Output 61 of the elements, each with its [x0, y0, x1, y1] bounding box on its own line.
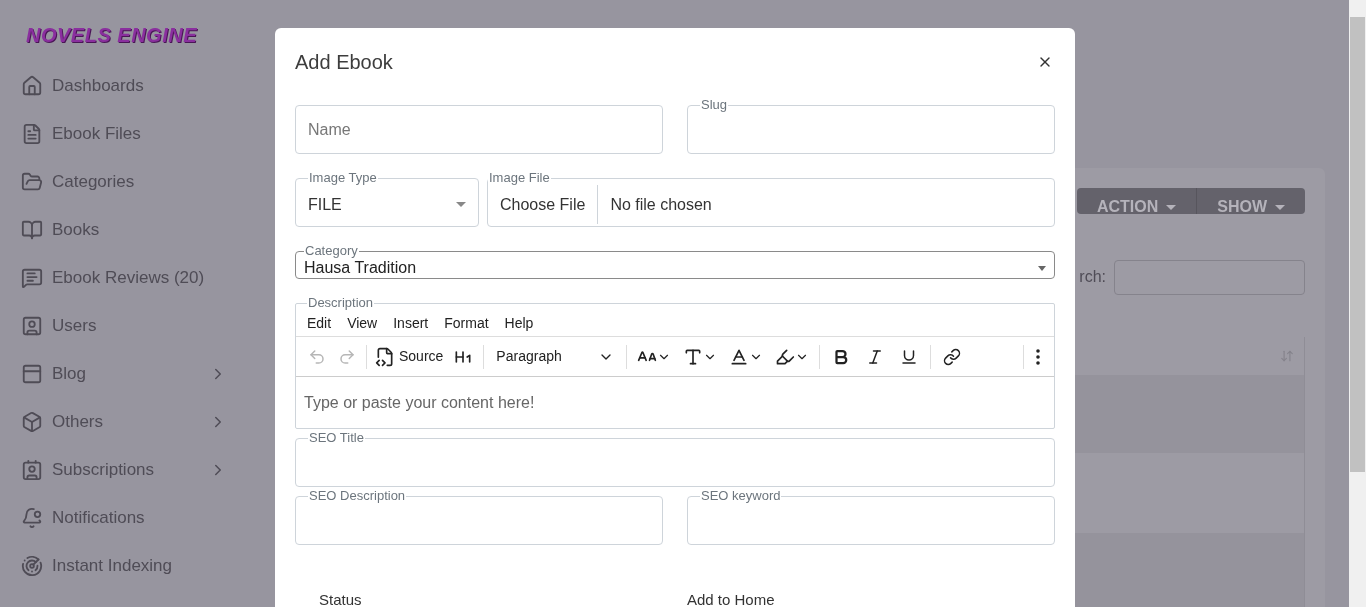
caret-icon: [1166, 204, 1177, 210]
name-field[interactable]: Name: [295, 105, 663, 154]
window-icon: [21, 363, 43, 385]
seo-title-field[interactable]: SEO Title: [295, 430, 1055, 487]
sidebar-item[interactable]: Subscriptions: [0, 446, 275, 494]
radar-icon: [21, 555, 43, 577]
menu-item[interactable]: Help: [497, 313, 541, 334]
code-file-icon: [375, 346, 395, 367]
redo-icon: [338, 347, 356, 366]
sidebar-item[interactable]: Notifications: [0, 494, 275, 542]
field-label: Add to Home: [687, 592, 776, 607]
editor-content[interactable]: Type or paste your content here!: [296, 377, 1054, 428]
menu-item[interactable]: Format: [437, 313, 496, 334]
seo-keyword-field[interactable]: SEO keyword: [687, 488, 1055, 545]
folder-icon: [21, 171, 43, 193]
contact-icon: [21, 459, 43, 481]
scrollbar[interactable]: [1349, 0, 1366, 607]
sidebar-item[interactable]: Users: [0, 302, 275, 350]
sidebar-item[interactable]: Blog: [0, 350, 275, 398]
bell-icon: [21, 507, 43, 529]
link-icon: [943, 347, 962, 366]
sidebar-item[interactable]: Ebook Files: [0, 110, 275, 158]
search-field[interactable]: [1114, 259, 1305, 295]
menu-item[interactable]: View: [340, 313, 385, 334]
field-label: Status: [319, 592, 363, 607]
home-icon: [21, 75, 43, 97]
dropdown-button[interactable]: ACTION: [1076, 188, 1197, 214]
paragraph-dropdown[interactable]: Paragraph: [488, 340, 623, 373]
chat-icon: [21, 267, 43, 289]
image-file-field[interactable]: Image File Choose File No file chosen: [487, 170, 1055, 227]
caret-icon: [456, 202, 466, 207]
search-label: rch:: [1079, 267, 1106, 288]
sidebar-item[interactable]: Instant Indexing: [0, 542, 275, 590]
caret-icon: [1038, 265, 1046, 271]
book-icon: [21, 219, 43, 241]
sidebar-item[interactable]: Others: [0, 398, 275, 446]
sidebar-item[interactable]: Dashboards: [0, 62, 275, 110]
choose-file-button[interactable]: Choose File: [488, 185, 599, 224]
cube-icon: [21, 411, 43, 433]
source-button[interactable]: Source: [371, 340, 448, 373]
caret-icon: [1275, 204, 1285, 210]
rich-text-editor: Description Edit View Insert Format Help Source Paragraph Type or paste your content here!: [295, 295, 1055, 429]
file-status: No file chosen: [610, 194, 712, 215]
category-select[interactable]: Category Hausa Tradition: [295, 243, 1055, 279]
sidebar-item[interactable]: Categories: [0, 158, 275, 206]
dropdown-button[interactable]: SHOW: [1196, 188, 1305, 214]
document-icon: [21, 123, 43, 145]
slug-field[interactable]: Slug: [687, 97, 1055, 154]
sidebar-item[interactable]: Books: [0, 206, 275, 254]
more-icon: [1036, 348, 1040, 365]
dialog-title: Add Ebook: [295, 50, 393, 75]
highlighter-icon: [775, 346, 796, 367]
logo: NOVELS ENGINE: [26, 23, 198, 46]
underline-icon: [900, 347, 919, 366]
user-card-icon: [21, 315, 43, 337]
seo-description-field[interactable]: SEO Description: [295, 488, 663, 545]
menu-item[interactable]: Insert: [386, 313, 436, 334]
sidebar-item[interactable]: Ebook Reviews (20): [0, 254, 275, 302]
menu-item[interactable]: Edit: [300, 313, 339, 334]
undo-icon: [308, 347, 326, 366]
image-type-select[interactable]: Image Type FILE: [295, 170, 479, 227]
